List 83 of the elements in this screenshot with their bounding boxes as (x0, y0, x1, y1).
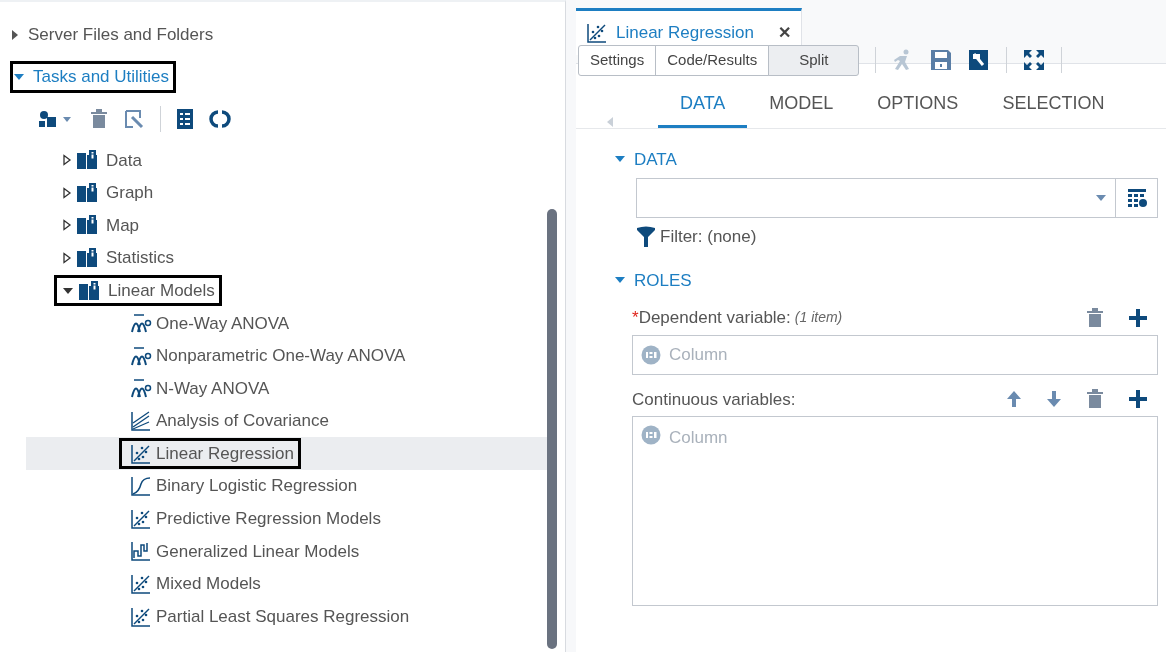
tree-item-label: Mixed Models (156, 573, 261, 596)
required-mark: * (632, 307, 639, 329)
role-label: Dependent variable: (638, 307, 791, 329)
tree-item-label: Analysis of Covariance (156, 410, 329, 433)
section-tab[interactable]: MODEL (747, 81, 856, 128)
expand-arrow-icon[interactable] (62, 154, 72, 167)
scrollbar[interactable] (547, 209, 557, 649)
move-up-icon[interactable] (1006, 390, 1022, 409)
section-label[interactable]: Tasks and Utilities (33, 64, 170, 90)
tree-row[interactable]: Analysis of Covariance (26, 404, 547, 438)
trend-lines-icon (130, 411, 152, 432)
tree-item[interactable]: Graph (106, 180, 154, 206)
folder-book-icon (78, 280, 100, 301)
delete-icon[interactable] (1086, 389, 1104, 410)
tab-title: Linear Regression (616, 22, 754, 45)
section-label[interactable]: Server Files and Folders (28, 22, 214, 48)
numeric-column-icon (641, 425, 661, 445)
step-chart-icon (130, 541, 152, 562)
folder-book-icon (76, 150, 98, 171)
folder-book-icon (76, 182, 98, 203)
tree-row[interactable]: One-Way ANOVA (26, 306, 547, 340)
tree-row[interactable]: Partial Least Squares Regression (26, 600, 547, 633)
scatter-plot-icon (130, 508, 152, 529)
delete-icon[interactable] (90, 109, 108, 129)
tree-item[interactable]: Statistics (106, 245, 175, 271)
tree-row[interactable]: Generalized Linear Models (26, 535, 547, 568)
expand-arrow-icon[interactable] (62, 219, 72, 232)
move-down-icon[interactable] (1046, 390, 1062, 409)
item-count: (1 item) (794, 308, 843, 328)
dropdown-caret-icon[interactable] (1095, 194, 1107, 202)
tree-item[interactable]: Map (106, 212, 140, 239)
expand-arrow-icon[interactable] (62, 252, 72, 265)
section-tab[interactable]: DATA (658, 81, 748, 128)
tree-row[interactable]: Binary Logistic Regression (26, 469, 547, 503)
scatter-plot-icon (130, 606, 152, 627)
tree-row[interactable]: N-Way ANOVA (26, 372, 547, 405)
section-tab[interactable]: OPTIONS (855, 81, 981, 128)
close-button[interactable]: ✕ (777, 21, 791, 45)
section-heading[interactable]: ROLES (634, 267, 692, 293)
delete-icon[interactable] (1086, 307, 1104, 328)
tree-item-label: Partial Least Squares Regression (156, 605, 410, 628)
table-select-icon[interactable] (1126, 188, 1147, 208)
curve-chart-icon (130, 476, 152, 497)
expand-arrow-icon[interactable] (62, 186, 72, 199)
filter-icon[interactable] (636, 225, 656, 248)
role-label: Continuous variables: (632, 388, 796, 411)
tree-item-label: Predictive Regression Models (156, 508, 381, 531)
save-icon[interactable] (930, 49, 953, 72)
numeric-column-icon (641, 344, 661, 365)
tree-item-label: Nonparametric One-Way ANOVA (156, 345, 406, 368)
add-icon[interactable] (1128, 389, 1148, 410)
section-tab[interactable]: SELECTION (980, 81, 1127, 128)
folder-book-icon (76, 215, 98, 236)
tree-item[interactable]: Linear Models (108, 277, 215, 304)
maximize-icon[interactable] (1023, 49, 1046, 72)
view-button[interactable]: Split (768, 45, 860, 76)
tree-item-label: N-Way ANOVA (156, 377, 270, 400)
add-task-icon[interactable] (38, 109, 74, 129)
tree-row[interactable]: Mixed Models (26, 567, 547, 601)
column-placeholder: Column (669, 427, 728, 449)
folder-book-icon (76, 248, 98, 269)
tree-row[interactable]: Linear Regression (26, 437, 547, 470)
scatter-plot-icon (130, 574, 152, 594)
tree-item-label: Generalized Linear Models (156, 540, 360, 563)
scatter-plot-icon (586, 23, 608, 43)
section-heading[interactable]: DATA (634, 146, 677, 172)
list-icon[interactable] (177, 109, 193, 129)
view-button[interactable]: Settings (578, 45, 657, 76)
add-icon[interactable] (1128, 307, 1148, 328)
column-placeholder: Column (669, 343, 728, 366)
collapse-arrow-icon[interactable] (62, 285, 74, 296)
tree-item-label: One-Way ANOVA (156, 312, 290, 335)
tree-row[interactable]: Predictive Regression Models (26, 502, 547, 536)
view-button[interactable]: Code/Results (655, 45, 770, 76)
tree-item-label: Binary Logistic Regression (156, 475, 358, 498)
filter-text: Filter: (none) (660, 226, 757, 248)
edit-icon[interactable] (124, 109, 144, 129)
refresh-icon[interactable] (209, 109, 231, 129)
scatter-plot-icon (130, 443, 152, 464)
expand-arrow-icon[interactable] (10, 29, 20, 41)
tree-item-label: Linear Regression (156, 442, 294, 465)
tree-item[interactable]: Data (106, 147, 142, 174)
tree-row[interactable]: Nonparametric One-Way ANOVA (26, 339, 547, 373)
